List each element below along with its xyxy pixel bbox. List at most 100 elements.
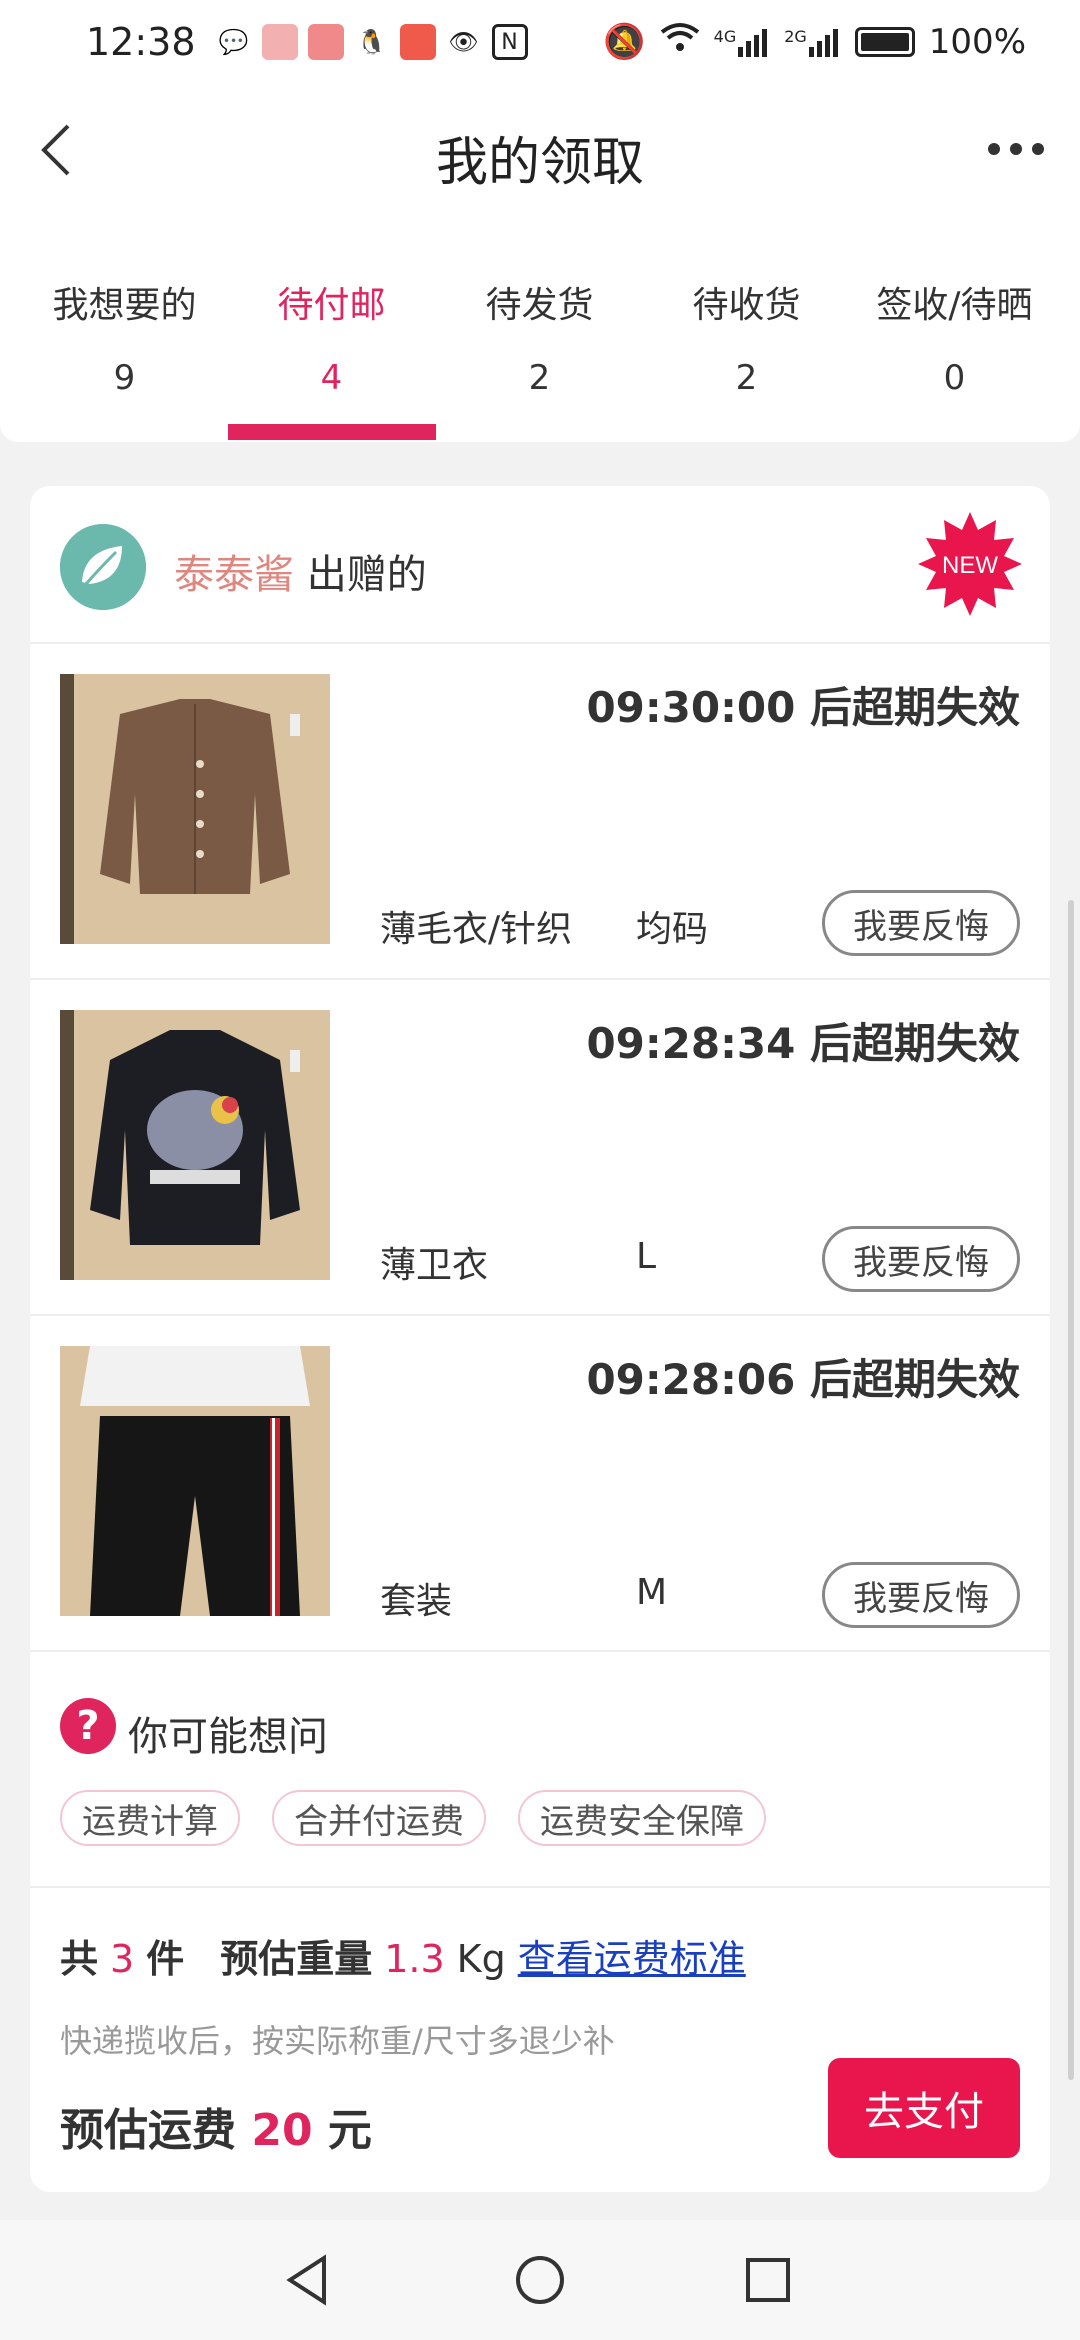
tab-label: 签收/待晒 — [876, 285, 1033, 326]
summary-line: 共 3 件 预估重量 1.3 Kg 查看运费标准 — [60, 1928, 746, 1983]
fee-value: 20 — [251, 2105, 313, 2156]
expiry-countdown: 09:28:06 后超期失效 — [586, 1355, 1020, 1404]
battery-percent: 100% — [928, 22, 1026, 62]
notification-icons: 💬 🐧 👁 N — [216, 24, 528, 60]
scrollbar[interactable] — [1068, 900, 1074, 2080]
tab-label: 我想要的 — [52, 285, 197, 326]
total-count: 3 — [110, 1937, 135, 1981]
fee-label: 预估运费 — [60, 2105, 236, 2156]
list-item[interactable]: 09:28:06 后超期失效 套装 M 我要反悔 — [30, 1316, 1050, 1652]
more-dot-icon — [1010, 143, 1022, 155]
nfc-icon: N — [491, 24, 528, 60]
tab-label: 待发货 — [485, 285, 594, 326]
list-item[interactable]: 09:28:34 后超期失效 薄卫衣 L 我要反悔 — [30, 980, 1050, 1316]
giver-line: 泰泰酱 出赠的 — [174, 542, 427, 600]
mute-icon: 🔕 — [603, 22, 646, 62]
item-photo[interactable] — [60, 1010, 330, 1280]
store-icon — [399, 24, 436, 60]
back-triangle-icon[interactable] — [278, 2250, 338, 2310]
weight-label: 预估重量 — [220, 1937, 373, 1981]
expiry-countdown: 09:28:34 后超期失效 — [586, 1019, 1020, 1068]
giver-name[interactable]: 泰泰酱 — [174, 552, 294, 598]
huawei-icon — [307, 24, 344, 60]
avatar[interactable] — [60, 524, 146, 610]
system-nav-bar — [0, 2220, 1080, 2340]
payment-summary: 共 3 件 预估重量 1.3 Kg 查看运费标准 快递揽收后，按实际称重/尺寸多… — [30, 1888, 1050, 2188]
signal-2g-icon: 2G — [784, 27, 841, 57]
giver-suffix: 出赠的 — [306, 552, 427, 598]
eye-icon: 👁 — [448, 28, 479, 56]
cancel-claim-button[interactable]: 我要反悔 — [822, 1226, 1020, 1292]
order-card: 泰泰酱 出赠的 NEW 09:30:00 后超期失效 薄毛衣/针织 均码 我要反… — [30, 486, 1050, 2192]
more-dot-icon — [1032, 143, 1044, 155]
total-suffix: 件 — [146, 1937, 185, 1981]
faq-chip-shipping-guarantee[interactable]: 运费安全保障 — [518, 1790, 766, 1846]
weight-note: 快递揽收后，按实际称重/尺寸多退少补 — [60, 2022, 615, 2060]
hoodie-photo-icon — [60, 1010, 330, 1280]
active-tab-indicator — [228, 424, 436, 440]
wechat-icon: 💬 — [218, 28, 249, 56]
item-category: 薄卫衣 — [380, 1245, 489, 1286]
more-button[interactable] — [988, 134, 1048, 164]
cancel-claim-button[interactable]: 我要反悔 — [822, 1562, 1020, 1628]
battery-icon — [854, 27, 915, 57]
network-label-a: 4G — [713, 27, 737, 46]
tab-awaiting-shipment[interactable]: 待发货 2 — [436, 276, 643, 398]
signal-4g-icon: 4G — [714, 27, 771, 57]
faq-title: 你可能想问 — [128, 1714, 328, 1760]
fee-unit: 元 — [327, 2105, 372, 2156]
tab-wanted[interactable]: 我想要的 9 — [21, 276, 228, 398]
tracksuit-photo-icon — [60, 1346, 330, 1616]
item-size: 均码 — [636, 909, 709, 950]
shipping-standard-link[interactable]: 查看运费标准 — [518, 1928, 746, 1983]
status-time: 12:38 — [86, 20, 196, 64]
item-size: M — [636, 1572, 668, 1613]
shop-icon — [261, 24, 298, 60]
leaf-logo-icon — [60, 524, 146, 610]
new-badge-label: NEW — [942, 552, 998, 579]
tab-awaiting-postage[interactable]: 待付邮 4 — [228, 276, 435, 398]
tab-label: 待付邮 — [277, 285, 386, 326]
status-bar: 12:38 💬 🐧 👁 N 🔕 4G 2G 100% — [0, 0, 1080, 84]
starburst-icon: NEW — [918, 512, 1022, 616]
tab-count: 0 — [943, 358, 966, 398]
faq-chip-shipping-calc[interactable]: 运费计算 — [60, 1790, 240, 1846]
status-right: 🔕 4G 2G 100% — [603, 22, 1026, 63]
home-circle-icon[interactable] — [510, 2250, 570, 2310]
tab-count: 4 — [320, 358, 343, 398]
pay-button[interactable]: 去支付 — [828, 2058, 1020, 2158]
item-photo[interactable] — [60, 1346, 330, 1616]
qq-icon: 🐧 — [356, 28, 387, 56]
wifi-icon — [660, 22, 700, 63]
weight-value: 1.3 — [384, 1937, 445, 1981]
faq-section: ? 你可能想问 运费计算 合并付运费 运费安全保障 — [30, 1652, 1050, 1888]
tab-count: 2 — [528, 358, 551, 398]
tab-label: 待收货 — [692, 285, 801, 326]
question-icon: ? — [60, 1698, 116, 1754]
total-prefix: 共 — [60, 1937, 99, 1981]
tab-count: 9 — [113, 358, 136, 398]
page-title: 我的领取 — [435, 133, 644, 193]
recents-square-icon[interactable] — [738, 2250, 798, 2310]
nav-bar: 我的领取 — [0, 84, 1080, 224]
network-label-b: 2G — [784, 27, 807, 46]
weight-unit: Kg — [456, 1937, 506, 1981]
cancel-claim-button[interactable]: 我要反悔 — [822, 890, 1020, 956]
item-size: L — [636, 1236, 657, 1277]
tab-awaiting-receipt[interactable]: 待收货 2 — [643, 276, 850, 398]
item-category: 薄毛衣/针织 — [380, 909, 573, 950]
item-category: 套装 — [380, 1581, 453, 1622]
faq-chips: 运费计算 合并付运费 运费安全保障 — [60, 1790, 766, 1846]
cardigan-photo-icon — [60, 674, 330, 944]
expiry-countdown: 09:30:00 后超期失效 — [586, 683, 1020, 732]
tab-count: 2 — [735, 358, 758, 398]
status-tabs: 我想要的 9 待付邮 4 待发货 2 待收货 2 签收/待晒 0 — [0, 224, 1080, 442]
faq-chip-combined-postage[interactable]: 合并付运费 — [272, 1790, 486, 1846]
list-item[interactable]: 09:30:00 后超期失效 薄毛衣/针织 均码 我要反悔 — [30, 644, 1050, 980]
card-header: 泰泰酱 出赠的 NEW — [30, 486, 1050, 644]
more-dot-icon — [988, 143, 1000, 155]
estimated-fee: 预估运费 20 元 — [60, 2094, 372, 2158]
tab-signed-review[interactable]: 签收/待晒 0 — [851, 276, 1058, 398]
item-photo[interactable] — [60, 674, 330, 944]
new-badge: NEW — [918, 512, 1022, 616]
